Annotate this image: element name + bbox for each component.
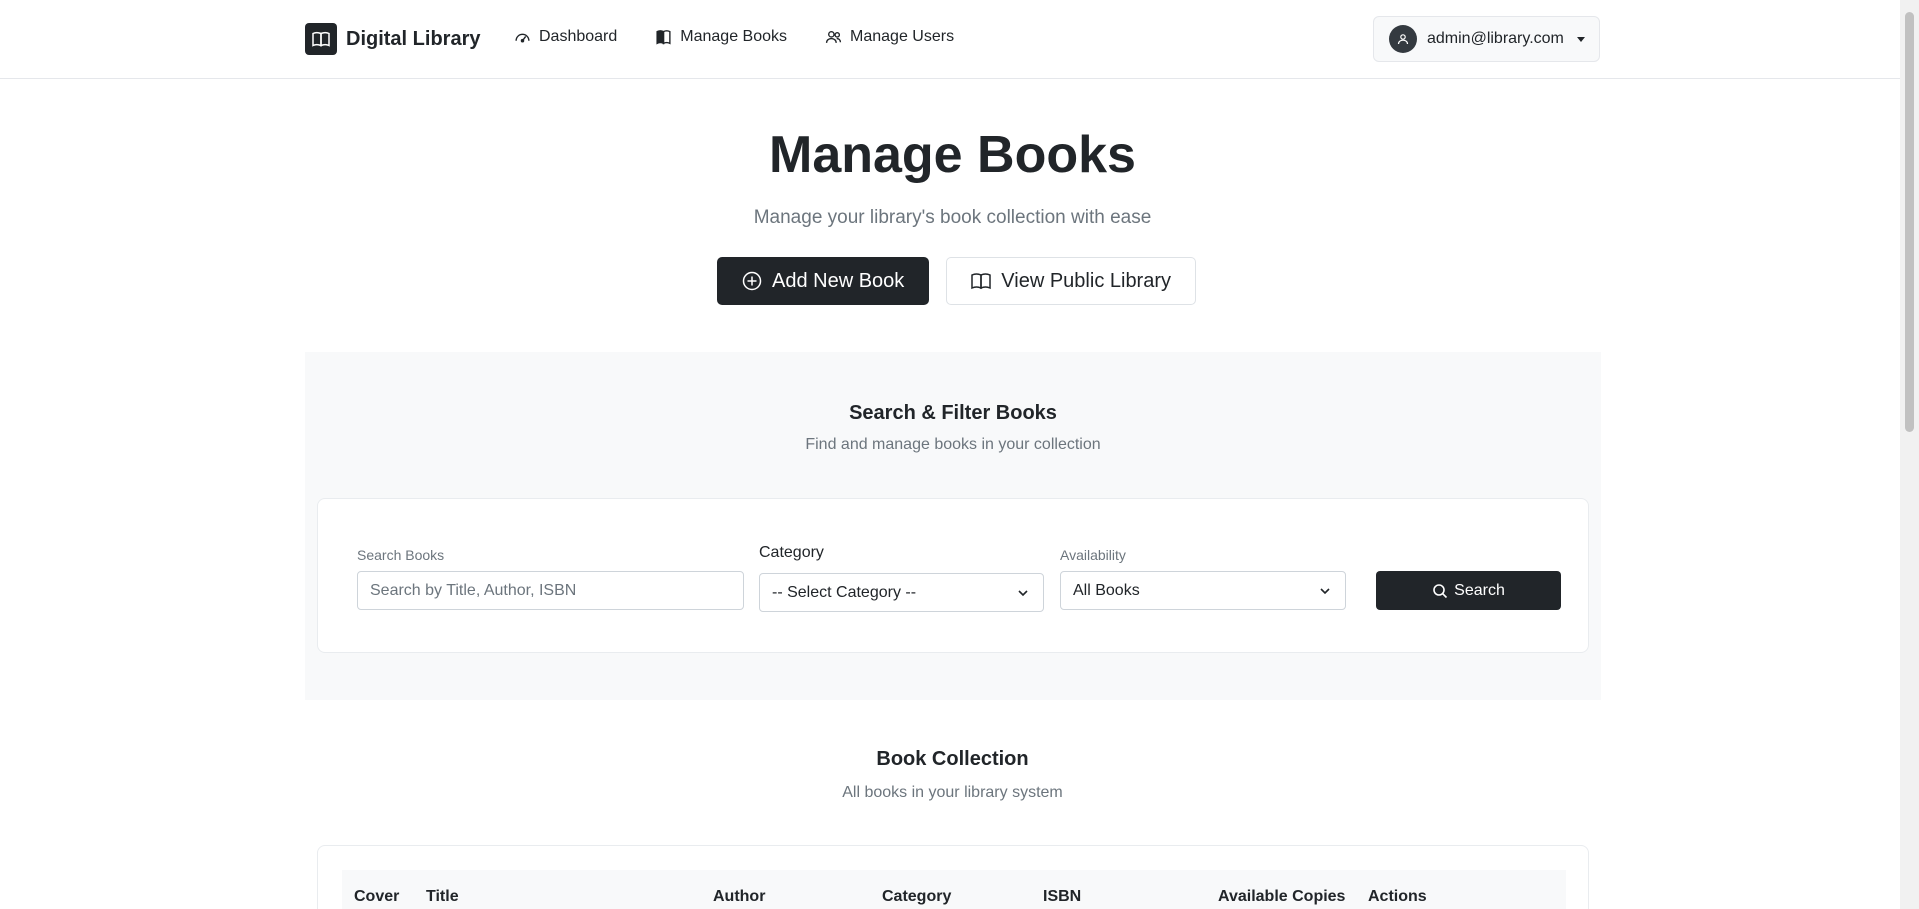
search-input[interactable]: Search by Title, Author, ISBN xyxy=(357,571,744,610)
availability-label: Availability xyxy=(1060,547,1126,563)
add-book-button[interactable]: Add New Book xyxy=(717,257,930,305)
book-open-icon xyxy=(971,273,992,290)
column-header-title[interactable]: Title xyxy=(426,888,459,906)
search-input-placeholder: Search by Title, Author, ISBN xyxy=(370,581,577,599)
brand-name: Digital Library xyxy=(346,27,481,50)
search-button-label: Search xyxy=(1454,581,1505,599)
nav-item-label: Manage Users xyxy=(850,28,955,45)
book-open-icon xyxy=(305,23,337,55)
collection-title: Book Collection xyxy=(876,748,1029,770)
nav-item-label: Dashboard xyxy=(539,28,618,45)
page: Digital Library Dashboard Manage Books M… xyxy=(0,0,1919,909)
nav-item-manage-books[interactable]: Manage Books xyxy=(655,28,787,46)
people-icon xyxy=(825,30,842,43)
column-header-available-copies[interactable]: Available Copies xyxy=(1218,888,1345,906)
view-public-library-label: View Public Library xyxy=(1001,269,1172,292)
navbar: Digital Library Dashboard Manage Books M… xyxy=(0,0,1900,79)
speedometer-icon xyxy=(515,33,530,42)
books-table-card: Cover Title Author Category ISBN Availab… xyxy=(317,845,1589,909)
column-header-author[interactable]: Author xyxy=(713,888,765,906)
search-section-title: Search & Filter Books xyxy=(849,402,1057,424)
add-book-label: Add New Book xyxy=(772,269,905,292)
scrollbar-thumb[interactable] xyxy=(1905,12,1914,432)
column-header-cover[interactable]: Cover xyxy=(354,888,399,906)
search-section-subtitle: Find and manage books in your collection xyxy=(805,436,1101,453)
category-label: Category xyxy=(759,544,824,561)
brand-link[interactable]: Digital Library xyxy=(305,23,480,55)
search-icon xyxy=(1433,583,1448,598)
nav-item-dashboard[interactable]: Dashboard xyxy=(514,28,617,46)
user-email: admin@library.com xyxy=(1427,30,1564,47)
nav-item-label: Manage Books xyxy=(680,28,788,45)
category-select[interactable]: -- Select Category -- xyxy=(759,573,1044,612)
person-icon xyxy=(1389,25,1417,53)
books-table-header: Cover Title Author Category ISBN Availab… xyxy=(342,870,1566,909)
collection-subtitle: All books in your library system xyxy=(842,784,1063,801)
user-menu-dropdown[interactable]: admin@library.com xyxy=(1373,16,1600,62)
page-subtitle: Manage your library's book collection wi… xyxy=(753,207,1152,228)
search-books-label: Search Books xyxy=(357,547,445,563)
page-scrollbar[interactable] xyxy=(1900,0,1919,909)
plus-circle-icon xyxy=(742,271,762,291)
search-button[interactable]: Search xyxy=(1376,571,1561,610)
caret-down-icon xyxy=(1577,36,1585,42)
chevron-down-icon xyxy=(1018,590,1028,597)
book-icon xyxy=(656,29,671,44)
view-public-library-button[interactable]: View Public Library xyxy=(946,257,1197,305)
column-header-actions: Actions xyxy=(1368,888,1427,905)
nav-links: Dashboard Manage Books Manage Users xyxy=(514,28,954,46)
page-title: Manage Books xyxy=(769,126,1136,184)
hero-actions: Add New Book View Public Library xyxy=(717,257,1197,305)
availability-select-value: All Books xyxy=(1073,581,1140,599)
nav-item-manage-users[interactable]: Manage Users xyxy=(825,28,954,46)
search-filter-section: Search & Filter Books Find and manage bo… xyxy=(305,352,1601,700)
column-header-isbn[interactable]: ISBN xyxy=(1043,888,1081,906)
column-header-category[interactable]: Category xyxy=(882,888,951,906)
category-select-value: -- Select Category -- xyxy=(772,583,917,601)
chevron-down-icon xyxy=(1320,588,1330,595)
filter-card: Search Books Search by Title, Author, IS… xyxy=(317,498,1589,653)
availability-select[interactable]: All Books xyxy=(1060,571,1346,610)
